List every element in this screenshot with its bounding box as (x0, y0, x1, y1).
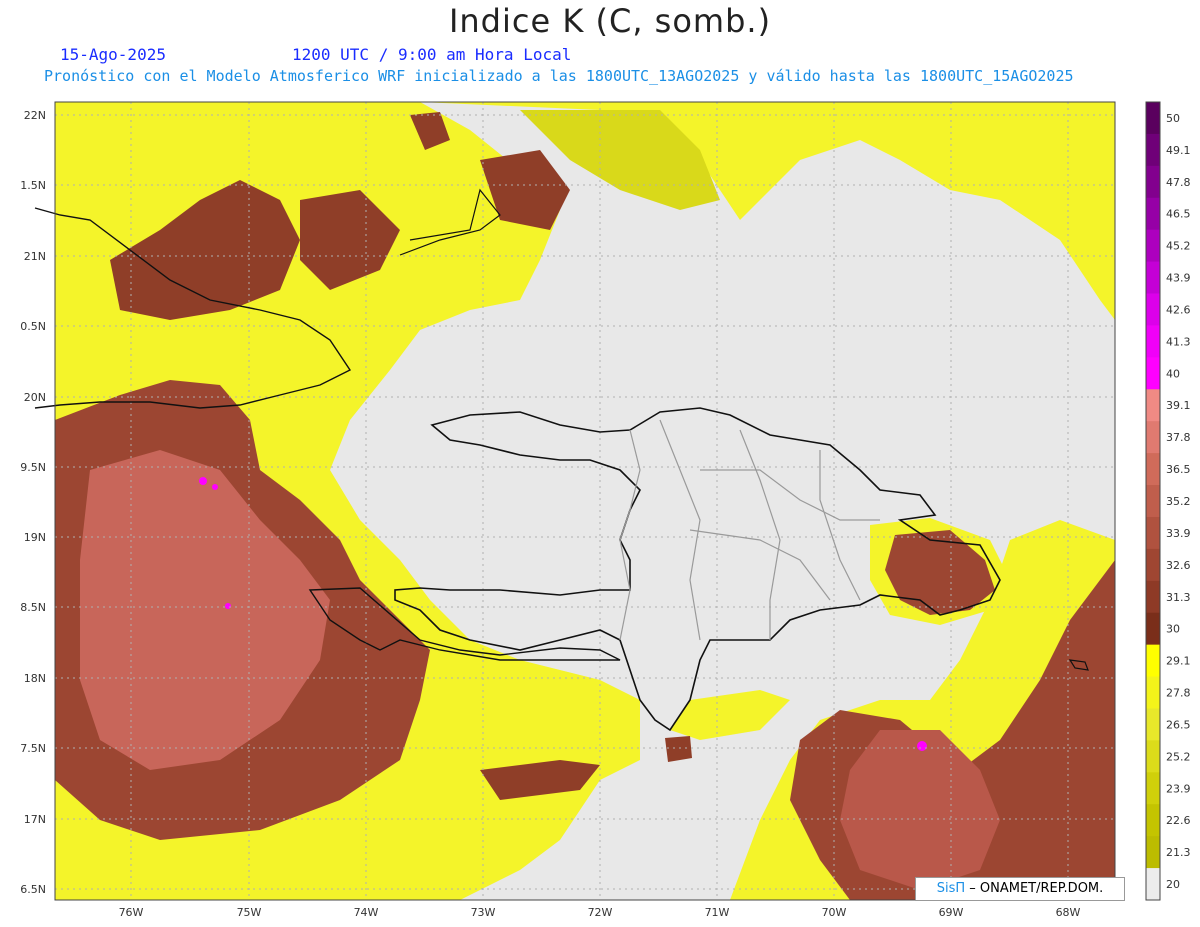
colorbar-label: 29.1 (1166, 655, 1191, 668)
colorbar-label: 50 (1166, 112, 1180, 125)
colorbar-swatch (1146, 804, 1160, 837)
lat-label: 22N (24, 109, 46, 122)
colorbar-label: 40 (1166, 367, 1180, 380)
lat-label: 21N (24, 250, 46, 263)
colorbar-swatch (1146, 740, 1160, 773)
colorbar-swatch (1146, 261, 1160, 295)
colorbar-label: 20 (1166, 878, 1180, 891)
lon-label: 68W (1056, 906, 1081, 919)
colorbar-label: 49.1 (1166, 144, 1191, 157)
colorbar-swatch (1146, 102, 1160, 135)
colorbar-swatch (1146, 229, 1160, 263)
colorbar-label: 21.3 (1166, 846, 1191, 859)
lon-label: 70W (822, 906, 847, 919)
colorbar-swatch (1146, 133, 1160, 167)
lat-label: 18N (24, 672, 46, 685)
colorbar-swatch (1146, 772, 1160, 805)
colorbar: 50 49.1 47.8 46.5 45.2 43.9 42.6 41.3 40 39.1 37.8… (1145, 101, 1191, 901)
lon-label: 74W (354, 906, 379, 919)
colorbar-label: 32.6 (1166, 559, 1191, 572)
colorbar-swatch (1146, 580, 1160, 614)
colorbar-swatch (1146, 868, 1160, 901)
lat-label: 1.5N (20, 179, 46, 192)
lat-axis-labels: 22N 1.5N 21N 0.5N 20N 9.5N 19N 8.5N 18N … (20, 109, 46, 896)
colorbar-label: 37.8 (1166, 431, 1191, 444)
colorbar-swatch (1146, 836, 1160, 869)
colorbar-swatch (1146, 421, 1160, 454)
magenta-spot (225, 603, 231, 609)
lat-label: 9.5N (20, 461, 46, 474)
colorbar-label: 36.5 (1166, 463, 1191, 476)
lon-label: 72W (588, 906, 613, 919)
lon-label: 69W (939, 906, 964, 919)
colorbar-label: 33.9 (1166, 527, 1191, 540)
lat-label: 0.5N (20, 320, 46, 333)
lat-label: 7.5N (20, 742, 46, 755)
south-brown-spot (665, 736, 692, 762)
colorbar-label: 35.2 (1166, 495, 1191, 508)
lat-label: 19N (24, 531, 46, 544)
colorbar-swatch (1146, 357, 1160, 390)
colorbar-label: 39.1 (1166, 399, 1191, 412)
lat-label: 17N (24, 813, 46, 826)
colorbar-label: 41.3 (1166, 335, 1191, 348)
colorbar-swatch (1146, 548, 1160, 582)
colorbar-swatch (1146, 644, 1160, 678)
colorbar-label: 30 (1166, 623, 1180, 636)
colorbar-swatch (1146, 389, 1160, 422)
lon-label: 75W (237, 906, 262, 919)
magenta-spot (199, 477, 207, 485)
credit-org: – ONAMET/REP.DOM. (965, 881, 1104, 896)
colorbar-label: 45.2 (1166, 240, 1191, 253)
colorbar-swatch (1146, 325, 1160, 358)
colorbar-swatch (1146, 197, 1160, 231)
lat-label: 6.5N (20, 883, 46, 896)
k-index-map: 22N 1.5N 21N 0.5N 20N 9.5N 19N 8.5N 18N … (20, 101, 1191, 919)
magenta-spot (917, 741, 927, 751)
colorbar-swatch (1146, 676, 1160, 709)
colorbar-label: 22.6 (1166, 814, 1191, 827)
colorbar-swatch (1146, 516, 1160, 550)
colorbar-label: 25.2 (1166, 750, 1191, 763)
lon-label: 73W (471, 906, 496, 919)
colorbar-label: 27.8 (1166, 687, 1191, 700)
magenta-spot (212, 484, 218, 490)
colorbar-label: 31.3 (1166, 591, 1191, 604)
colorbar-swatch (1146, 165, 1160, 199)
lon-axis-labels: 76W 75W 74W 73W 72W 71W 70W 69W 68W (119, 906, 1081, 919)
colorbar-label: 23.9 (1166, 782, 1191, 795)
credit-brand: SisΠ (936, 881, 966, 896)
lon-label: 71W (705, 906, 730, 919)
lon-label: 76W (119, 906, 144, 919)
colorbar-swatch (1146, 485, 1160, 518)
colorbar-label: 46.5 (1166, 208, 1191, 221)
credit-box: SisΠ – ONAMET/REP.DOM. (915, 877, 1125, 901)
lat-label: 20N (24, 391, 46, 404)
colorbar-label: 47.8 (1166, 176, 1191, 189)
colorbar-label: 43.9 (1166, 272, 1191, 285)
colorbar-swatch (1146, 612, 1160, 646)
colorbar-swatch (1146, 453, 1160, 486)
colorbar-label: 26.5 (1166, 718, 1191, 731)
colorbar-swatch (1146, 708, 1160, 741)
colorbar-label: 42.6 (1166, 303, 1191, 316)
lat-label: 8.5N (20, 601, 46, 614)
colorbar-swatch (1146, 293, 1160, 326)
